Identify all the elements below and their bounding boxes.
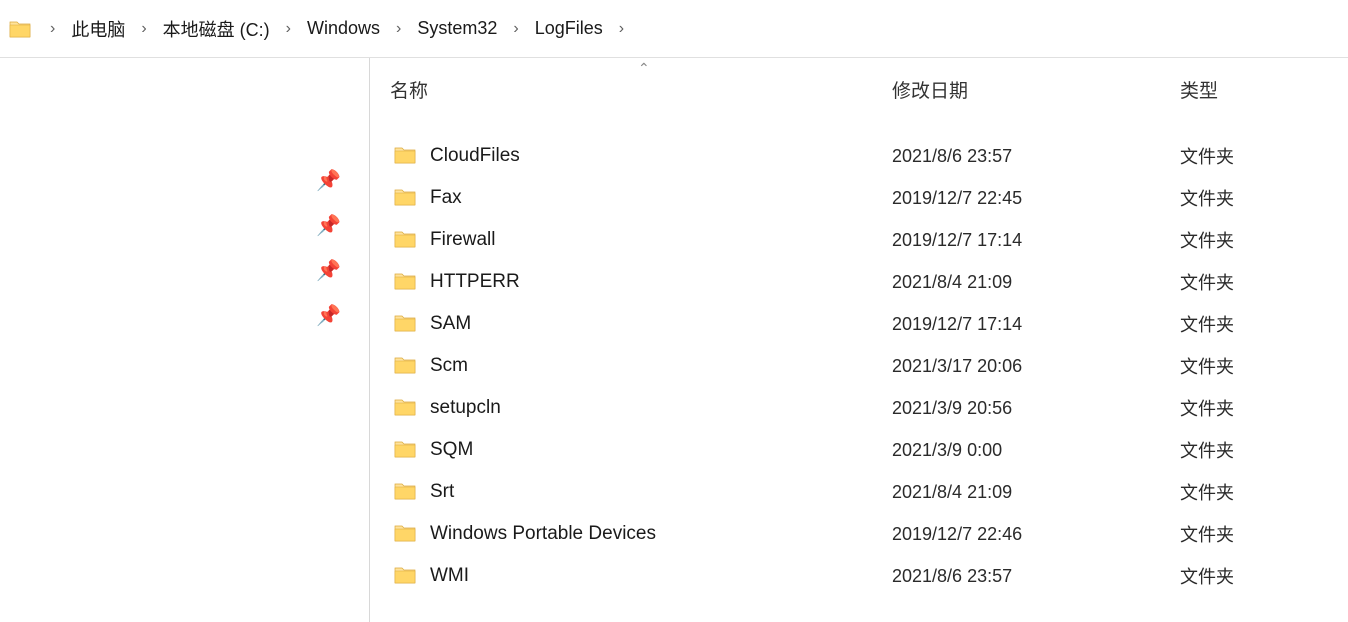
column-header-name[interactable]: 名称 <box>390 81 428 102</box>
list-item[interactable]: setupcln 2021/3/9 20:56文件夹 <box>370 387 1348 429</box>
item-date: 2021/8/4 21:09 <box>892 482 1180 503</box>
item-type: 文件夹 <box>1180 269 1348 295</box>
item-type: 文件夹 <box>1180 227 1348 253</box>
folder-icon <box>8 17 32 41</box>
breadcrumb-this-pc[interactable]: 此电脑 <box>65 12 131 46</box>
list-item[interactable]: Scm 2021/3/17 20:06文件夹 <box>370 345 1348 387</box>
column-header-type[interactable]: 类型 <box>1180 81 1218 102</box>
item-date: 2019/12/7 22:45 <box>892 188 1180 209</box>
item-name: Fax <box>430 187 462 209</box>
breadcrumb-logfiles[interactable]: LogFiles <box>529 14 609 43</box>
folder-icon <box>394 271 418 293</box>
breadcrumb-windows[interactable]: Windows <box>301 14 386 43</box>
item-name: setupcln <box>430 397 501 419</box>
breadcrumb-sep: › <box>609 20 634 38</box>
sort-indicator-icon: ⌃ <box>638 60 650 77</box>
pin-icon: 📌 <box>316 213 341 238</box>
item-name: Windows Portable Devices <box>430 523 656 545</box>
list-item[interactable]: Fax 2019/12/7 22:45文件夹 <box>370 177 1348 219</box>
item-date: 2021/3/9 20:56 <box>892 398 1180 419</box>
folder-icon <box>394 313 418 335</box>
item-name: CloudFiles <box>430 145 520 167</box>
pin-icon: 📌 <box>316 258 341 283</box>
item-type: 文件夹 <box>1180 479 1348 505</box>
quick-access-pin[interactable]: 📌 <box>0 158 369 203</box>
item-type: 文件夹 <box>1180 563 1348 589</box>
item-name: WMI <box>430 565 469 587</box>
pin-icon: 📌 <box>316 303 341 328</box>
list-item[interactable]: SQM 2021/3/9 0:00文件夹 <box>370 429 1348 471</box>
item-type: 文件夹 <box>1180 143 1348 169</box>
breadcrumb-sep: › <box>276 20 301 38</box>
item-date: 2021/8/6 23:57 <box>892 146 1180 167</box>
item-date: 2019/12/7 22:46 <box>892 524 1180 545</box>
quick-access-pin[interactable]: 📌 <box>0 293 369 338</box>
list-item[interactable]: CloudFiles 2021/8/6 23:57文件夹 <box>370 135 1348 177</box>
list-item[interactable]: SAM 2019/12/7 17:14文件夹 <box>370 303 1348 345</box>
list-item[interactable]: Windows Portable Devices 2019/12/7 22:46文… <box>370 513 1348 555</box>
item-name: SQM <box>430 439 473 461</box>
folder-icon <box>394 355 418 377</box>
folder-icon <box>394 439 418 461</box>
list-item[interactable]: Firewall 2019/12/7 17:14文件夹 <box>370 219 1348 261</box>
item-type: 文件夹 <box>1180 437 1348 463</box>
breadcrumb-system32[interactable]: System32 <box>411 14 503 43</box>
item-date: 2021/8/4 21:09 <box>892 272 1180 293</box>
item-date: 2021/3/9 0:00 <box>892 440 1180 461</box>
file-list: ⌃ 名称 修改日期 类型 CloudFiles2021/8/6 23:57文件夹… <box>370 58 1348 622</box>
column-header-date[interactable]: 修改日期 <box>892 81 968 102</box>
list-item[interactable]: WMI 2021/8/6 23:57文件夹 <box>370 555 1348 597</box>
column-headers: ⌃ 名称 修改日期 类型 <box>370 58 1348 117</box>
item-type: 文件夹 <box>1180 353 1348 379</box>
item-date: 2019/12/7 17:14 <box>892 314 1180 335</box>
breadcrumb[interactable]: › 此电脑 › 本地磁盘 (C:) › Windows › System32 ›… <box>0 0 1348 58</box>
quick-access-pin[interactable]: 📌 <box>0 248 369 293</box>
pin-icon: 📌 <box>316 168 341 193</box>
folder-icon <box>394 187 418 209</box>
quick-access-pane: 📌 📌 📌 📌 <box>0 58 370 622</box>
item-type: 文件夹 <box>1180 311 1348 337</box>
item-date: 2021/8/6 23:57 <box>892 566 1180 587</box>
folder-icon <box>394 523 418 545</box>
item-name: HTTPERR <box>430 271 520 293</box>
item-name: Scm <box>430 355 468 377</box>
item-date: 2021/3/17 20:06 <box>892 356 1180 377</box>
item-name: Firewall <box>430 229 495 251</box>
folder-icon <box>394 229 418 251</box>
item-name: SAM <box>430 313 471 335</box>
breadcrumb-local-disk[interactable]: 本地磁盘 (C:) <box>157 12 276 46</box>
breadcrumb-sep: › <box>40 20 65 38</box>
folder-icon <box>394 397 418 419</box>
folder-icon <box>394 481 418 503</box>
breadcrumb-sep: › <box>131 20 156 38</box>
folder-icon <box>394 145 418 167</box>
item-name: Srt <box>430 481 454 503</box>
item-type: 文件夹 <box>1180 185 1348 211</box>
breadcrumb-sep: › <box>503 20 528 38</box>
item-type: 文件夹 <box>1180 521 1348 547</box>
folder-icon <box>394 565 418 587</box>
item-date: 2019/12/7 17:14 <box>892 230 1180 251</box>
list-item[interactable]: Srt 2021/8/4 21:09文件夹 <box>370 471 1348 513</box>
item-type: 文件夹 <box>1180 395 1348 421</box>
breadcrumb-sep: › <box>386 20 411 38</box>
list-item[interactable]: HTTPERR 2021/8/4 21:09文件夹 <box>370 261 1348 303</box>
quick-access-pin[interactable]: 📌 <box>0 203 369 248</box>
